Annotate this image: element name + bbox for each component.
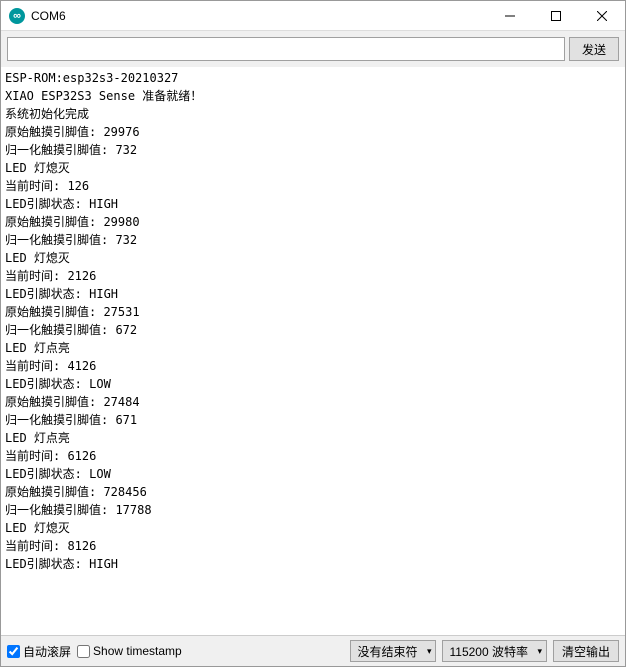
line-ending-dropdown[interactable]: 没有结束符 — [350, 640, 436, 662]
bottom-bar: 自动滚屏 Show timestamp 没有结束符 115200 波特率 清空输… — [1, 635, 625, 666]
console-output[interactable]: ESP-ROM:esp32s3-20210327 XIAO ESP32S3 Se… — [1, 67, 625, 635]
minimize-button[interactable] — [487, 1, 533, 31]
timestamp-checkbox[interactable] — [77, 645, 90, 658]
titlebar: COM6 — [1, 1, 625, 31]
maximize-icon — [551, 11, 561, 21]
close-button[interactable] — [579, 1, 625, 31]
minimize-icon — [505, 11, 515, 21]
baud-rate-value: 115200 波特率 — [449, 643, 528, 660]
autoscroll-checkbox-wrap[interactable]: 自动滚屏 — [7, 643, 71, 660]
arduino-icon — [9, 8, 25, 24]
window-title: COM6 — [31, 9, 487, 23]
serial-input[interactable] — [7, 37, 565, 61]
timestamp-label: Show timestamp — [93, 644, 182, 658]
autoscroll-label: 自动滚屏 — [23, 643, 71, 660]
line-ending-value: 没有结束符 — [357, 643, 417, 660]
input-row: 发送 — [1, 31, 625, 67]
autoscroll-checkbox[interactable] — [7, 645, 20, 658]
clear-output-button[interactable]: 清空输出 — [553, 640, 619, 662]
baud-rate-dropdown[interactable]: 115200 波特率 — [442, 640, 547, 662]
timestamp-checkbox-wrap[interactable]: Show timestamp — [77, 644, 182, 658]
maximize-button[interactable] — [533, 1, 579, 31]
send-button[interactable]: 发送 — [569, 37, 619, 61]
serial-monitor-window: COM6 发送 ESP-ROM:esp32s3-20210327 XIAO ES… — [0, 0, 626, 667]
window-controls — [487, 1, 625, 31]
close-icon — [597, 11, 607, 21]
